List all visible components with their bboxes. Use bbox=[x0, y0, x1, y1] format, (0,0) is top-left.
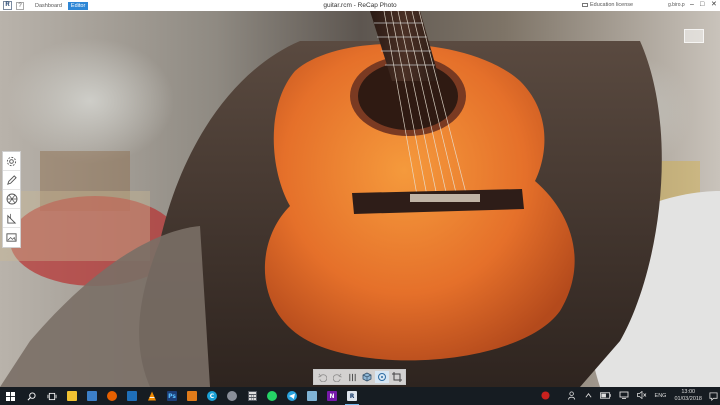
store-icon[interactable] bbox=[82, 387, 102, 405]
maximize-button[interactable]: □ bbox=[700, 1, 704, 9]
mesh-icon[interactable] bbox=[3, 190, 20, 209]
onenote-icon[interactable]: N bbox=[322, 387, 342, 405]
close-button[interactable]: ✕ bbox=[711, 1, 717, 9]
clock-date: 01/03/2018 bbox=[674, 396, 702, 402]
battery-icon[interactable] bbox=[599, 391, 611, 401]
license-label: Education license bbox=[590, 2, 634, 8]
antivirus-icon[interactable] bbox=[540, 390, 550, 402]
app-sphere-icon[interactable] bbox=[222, 387, 242, 405]
measure-icon[interactable] bbox=[3, 209, 20, 228]
volume-muted-icon[interactable] bbox=[636, 390, 647, 401]
windows-start-icon[interactable] bbox=[0, 387, 20, 405]
telegram-icon[interactable] bbox=[282, 387, 302, 405]
license-indicator[interactable]: Education license bbox=[582, 2, 633, 8]
graduation-cap-icon bbox=[582, 2, 588, 7]
model-viewport[interactable] bbox=[0, 11, 720, 387]
recap-app-icon[interactable]: R bbox=[3, 1, 12, 10]
network-icon[interactable] bbox=[619, 391, 629, 401]
grid-icon[interactable] bbox=[345, 371, 359, 383]
view-toolbar bbox=[313, 369, 406, 385]
search-icon[interactable] bbox=[20, 387, 42, 405]
app-orange-icon[interactable] bbox=[182, 387, 202, 405]
photoshop-letter: Ps bbox=[167, 391, 177, 401]
help-icon[interactable]: ? bbox=[16, 1, 24, 10]
task-view-icon[interactable] bbox=[42, 387, 62, 405]
undo-icon[interactable] bbox=[315, 371, 329, 383]
vlc-icon[interactable] bbox=[142, 387, 162, 405]
recap-icon[interactable]: R bbox=[342, 387, 362, 405]
user-name[interactable]: g.biro.p bbox=[668, 2, 685, 8]
file-explorer-icon[interactable] bbox=[62, 387, 82, 405]
view-cube[interactable] bbox=[684, 29, 704, 43]
taskbar: Ps C N R ENG 13:00 01/03/2018 bbox=[0, 387, 720, 405]
pencil-icon[interactable] bbox=[3, 171, 20, 190]
ccleaner-letter: C bbox=[207, 391, 217, 401]
clock[interactable]: 13:00 01/03/2018 bbox=[674, 389, 702, 403]
whatsapp-icon[interactable] bbox=[262, 387, 282, 405]
minimize-button[interactable]: – bbox=[690, 1, 694, 9]
app-blue-icon[interactable] bbox=[122, 387, 142, 405]
ccleaner-icon[interactable]: C bbox=[202, 387, 222, 405]
system-tray: ENG 13:00 01/03/2018 bbox=[537, 387, 720, 405]
cube-view-icon[interactable] bbox=[360, 371, 374, 383]
tab-dashboard[interactable]: Dashboard bbox=[32, 2, 65, 10]
clock-time: 13:00 bbox=[681, 389, 696, 395]
image-icon[interactable] bbox=[3, 228, 20, 247]
recap-letter: R bbox=[347, 391, 357, 401]
chevron-up-icon[interactable] bbox=[585, 392, 592, 401]
language-indicator[interactable]: ENG bbox=[655, 393, 667, 399]
guitar-3d-model bbox=[0, 11, 720, 387]
firefox-icon[interactable] bbox=[102, 387, 122, 405]
app-cube-icon[interactable] bbox=[302, 387, 322, 405]
people-icon[interactable] bbox=[567, 390, 577, 402]
title-bar: R ? Dashboard Editor guitar.rcm - ReCap … bbox=[0, 0, 720, 11]
onenote-letter: N bbox=[327, 391, 337, 401]
notifications-icon[interactable] bbox=[706, 387, 720, 405]
crop-icon[interactable] bbox=[390, 371, 404, 383]
orbit-icon[interactable] bbox=[375, 371, 389, 383]
calculator-icon[interactable] bbox=[242, 387, 262, 405]
tab-editor[interactable]: Editor bbox=[67, 1, 89, 10]
left-tool-palette bbox=[2, 151, 21, 248]
redo-icon[interactable] bbox=[330, 371, 344, 383]
photoshop-icon[interactable]: Ps bbox=[162, 387, 182, 405]
gear-icon[interactable] bbox=[3, 152, 20, 171]
